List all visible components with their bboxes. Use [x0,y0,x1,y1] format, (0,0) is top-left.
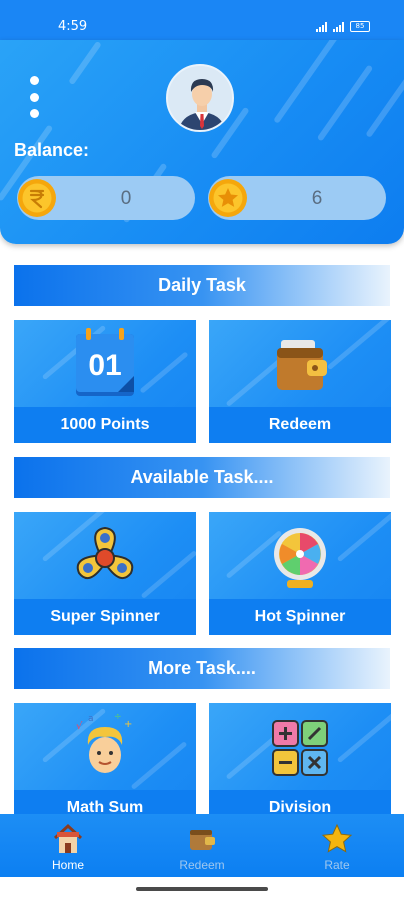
nav-rate-label: Rate [324,858,350,872]
more-task-header: More Task.... [14,648,390,689]
svg-text:÷: ÷ [114,712,122,722]
math-sum-card[interactable]: √ + a ÷ Math Sum [14,703,196,826]
points-card[interactable]: 01 1000 Points [14,320,196,443]
cash-balance-value: 0 [120,188,132,209]
nav-redeem[interactable]: Redeem [157,822,247,872]
nav-redeem-label: Redeem [179,858,225,872]
home-indicator[interactable] [136,887,268,891]
avatar[interactable] [166,64,234,132]
nav-home[interactable]: Home [23,822,113,872]
super-spinner-card[interactable]: Super Spinner [14,512,196,635]
svg-text:+: + [124,719,132,730]
star-icon [321,823,353,853]
daily-task-header: Daily Task [14,265,390,306]
battery-icon: 85 [350,21,370,32]
star-balance-pill[interactable]: 6 [208,176,386,220]
wallet-icon [277,340,327,390]
bottom-nav: Home Redeem Rate [0,814,404,877]
calculator-icon [272,720,328,776]
svg-text:a: a [88,714,94,724]
signal-icon [316,21,327,32]
available-task-header: Available Task.... [14,457,390,498]
status-time: 4:59 [58,19,88,34]
prize-wheel-icon [274,528,326,588]
thinking-kid-icon: √ + a ÷ [76,712,132,773]
app-screen: 4:59 85 Balance: 0 6 Daily Task 01 1000 … [0,0,404,900]
points-card-label: 1000 Points [14,407,196,443]
nav-rate[interactable]: Rate [292,822,382,872]
redeem-card[interactable]: Redeem [209,320,391,443]
redeem-card-label: Redeem [209,407,391,443]
menu-dots-icon[interactable] [26,76,42,118]
balance-label: Balance: [14,140,90,160]
hot-spinner-card[interactable]: Hot Spinner [209,512,391,635]
super-spinner-label: Super Spinner [14,599,196,635]
signal-icon-2 [333,21,344,32]
calendar-icon: 01 [76,328,134,396]
house-icon [53,823,83,853]
svg-text:√: √ [76,721,83,732]
division-card[interactable]: Division [209,703,391,826]
fidget-spinner-icon [76,526,134,580]
star-balance-value: 6 [311,188,323,209]
nav-home-label: Home [51,858,84,872]
header-panel: Balance: 0 6 [0,40,404,244]
rupee-coin-icon [18,179,56,217]
status-bar: 4:59 85 [0,0,404,40]
svg-text:01: 01 [88,349,121,382]
cash-balance-pill[interactable]: 0 [17,176,195,220]
wallet-icon [190,830,215,850]
status-icons: 85 [316,21,370,32]
star-coin-icon [209,179,247,217]
hot-spinner-label: Hot Spinner [209,599,391,635]
